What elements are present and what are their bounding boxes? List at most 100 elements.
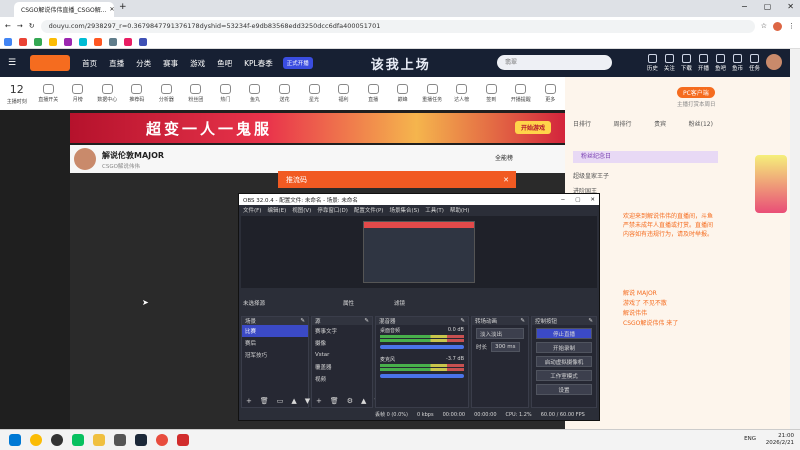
follow-button[interactable]: 关注 <box>664 54 675 72</box>
source-item[interactable]: 覆盖器 <box>312 361 372 373</box>
virtual-camera-button[interactable]: 启动虚拟摄像机 <box>536 356 592 367</box>
bookmark-icon[interactable] <box>94 37 102 46</box>
fishbar-button[interactable]: 鱼吧 <box>715 54 726 72</box>
promo-badge[interactable]: 正式开播 <box>282 57 313 69</box>
search-input[interactable] <box>497 55 612 70</box>
studio-mode-button[interactable]: 工作室模式 <box>536 370 592 381</box>
cat-item[interactable]: 更多 <box>536 84 566 103</box>
maximize-button[interactable]: ▢ <box>764 2 772 11</box>
menu-docks[interactable]: 停靠窗口(D) <box>317 206 348 214</box>
cat-item[interactable]: 福利 <box>329 84 359 103</box>
tab-week-rank[interactable]: 周排行 <box>614 119 632 128</box>
obs-close-button[interactable]: ✕ <box>590 197 595 203</box>
cat-item[interactable]: 鱼丸 <box>240 84 270 103</box>
bookmark-icon[interactable] <box>34 37 42 46</box>
browser-tab[interactable]: CSGO解说伟伟直播_CSGO解... ✕ <box>14 2 114 17</box>
remove-scene-icon[interactable]: 🗑 <box>260 397 269 405</box>
cat-item[interactable]: 推荐码 <box>122 84 152 103</box>
source-item[interactable]: 赛事文字 <box>312 325 372 337</box>
banner-button[interactable]: 开始游戏 <box>514 121 551 134</box>
user-avatar[interactable] <box>766 54 782 70</box>
promo-sticker[interactable] <box>755 155 787 213</box>
obs-minimize-button[interactable]: − <box>561 197 566 203</box>
nav-kpl[interactable]: KPL春季 <box>244 58 273 69</box>
cat-item[interactable]: 粉丝团 <box>181 84 211 103</box>
pc-client-badge[interactable]: PC客户端 <box>677 87 715 98</box>
coin-button[interactable]: 鱼币 <box>732 54 743 72</box>
source-item[interactable]: 摄像 <box>312 337 372 349</box>
start-recording-button[interactable]: 开始录制 <box>536 342 592 353</box>
fan-badge[interactable]: 粉丝纪念日 <box>573 151 718 163</box>
new-tab-button[interactable]: + <box>119 2 127 12</box>
cat-item[interactable]: 巅峰 <box>388 84 418 103</box>
steam-icon[interactable] <box>135 434 147 446</box>
douyu-app-icon[interactable] <box>177 434 189 446</box>
profile-icon[interactable] <box>773 21 782 31</box>
source-item[interactable]: 视频 <box>312 373 372 385</box>
bookmark-icon[interactable] <box>4 37 12 46</box>
bookmark-icon[interactable] <box>49 37 57 46</box>
game-banner[interactable]: 超变一人一鬼服 开始游戏 <box>70 113 565 143</box>
bookmark-icon[interactable] <box>139 37 147 46</box>
properties-button[interactable]: 属性 <box>343 299 354 307</box>
scene-item[interactable]: 冠军技巧 <box>242 349 308 361</box>
menu-scene-collection[interactable]: 场景集合(S) <box>389 206 419 214</box>
obs-preview[interactable] <box>241 216 597 288</box>
bookmark-star-icon[interactable]: ☆ <box>761 22 767 30</box>
menu-view[interactable]: 视图(V) <box>292 206 311 214</box>
tab-close-icon[interactable]: ✕ <box>109 6 114 13</box>
start-icon[interactable] <box>9 434 21 446</box>
cat-item[interactable]: 分析器 <box>152 84 182 103</box>
cat-item[interactable]: 签到 <box>476 84 506 103</box>
download-button[interactable]: 下载 <box>681 54 692 72</box>
douyu-logo[interactable] <box>30 55 71 71</box>
stop-streaming-button[interactable]: 停止直播 <box>536 328 592 339</box>
scene-settings-icon[interactable]: ▭ <box>277 397 284 405</box>
menu-file[interactable]: 文件(F) <box>243 206 261 214</box>
remove-source-icon[interactable]: 🗑 <box>330 397 339 405</box>
settings-button[interactable]: 设置 <box>536 384 592 395</box>
cat-item[interactable]: 送花 <box>270 84 300 103</box>
tab-day-rank[interactable]: 日排行 <box>573 119 591 128</box>
bookmark-icon[interactable] <box>124 37 132 46</box>
broadcast-button[interactable]: 开播 <box>698 54 709 72</box>
nav-home[interactable]: 首页 <box>82 58 97 69</box>
back-icon[interactable]: ← <box>5 22 11 30</box>
transition-select[interactable]: 淡入淡出 <box>476 328 524 339</box>
nav-games[interactable]: 游戏 <box>190 58 205 69</box>
menu-tools[interactable]: 工具(T) <box>425 206 444 214</box>
cat-item[interactable]: 星光 <box>299 84 329 103</box>
move-up-icon[interactable]: ▲ <box>361 397 366 405</box>
duration-input[interactable]: 300 ms <box>491 342 520 352</box>
nav-events[interactable]: 赛事 <box>163 58 178 69</box>
dock-menu-icon[interactable]: ✎ <box>588 318 593 324</box>
bookmark-icon[interactable] <box>79 37 87 46</box>
wechat-icon[interactable] <box>72 434 84 446</box>
history-button[interactable]: 历史 <box>647 54 658 72</box>
cat-item[interactable]: 直播 <box>358 84 388 103</box>
counter-tile[interactable]: 12 主播时刻 <box>0 83 33 105</box>
move-down-icon[interactable]: ▼ <box>305 397 310 405</box>
dock-menu-icon[interactable]: ✎ <box>460 318 465 324</box>
reload-icon[interactable]: ↻ <box>29 22 35 30</box>
system-clock[interactable]: ENG 21:00 2026/2/21 <box>744 433 794 447</box>
chrome-icon[interactable] <box>30 434 42 446</box>
close-button[interactable]: ✕ <box>787 2 794 11</box>
dock-menu-icon[interactable]: ✎ <box>520 318 525 324</box>
cat-item[interactable]: 热门 <box>211 84 241 103</box>
nav-live[interactable]: 直播 <box>109 58 124 69</box>
page-scrollbar[interactable] <box>790 49 800 429</box>
dock-menu-icon[interactable]: ✎ <box>300 318 305 324</box>
language-indicator[interactable]: ENG <box>744 436 756 443</box>
source-item[interactable]: Vstar <box>312 349 372 361</box>
terminal-icon[interactable] <box>114 434 126 446</box>
obs-maximize-button[interactable]: ▢ <box>575 197 580 203</box>
task-button[interactable]: 任务 <box>749 54 760 72</box>
room-stat[interactable]: 全能榜 <box>495 153 513 162</box>
bookmark-icon[interactable] <box>19 37 27 46</box>
add-scene-icon[interactable]: + <box>246 397 252 405</box>
modal-close-icon[interactable]: ✕ <box>503 176 509 184</box>
hamburger-icon[interactable]: ☰ <box>8 58 16 68</box>
add-source-icon[interactable]: + <box>316 397 322 405</box>
menu-help[interactable]: 帮助(H) <box>450 206 469 214</box>
